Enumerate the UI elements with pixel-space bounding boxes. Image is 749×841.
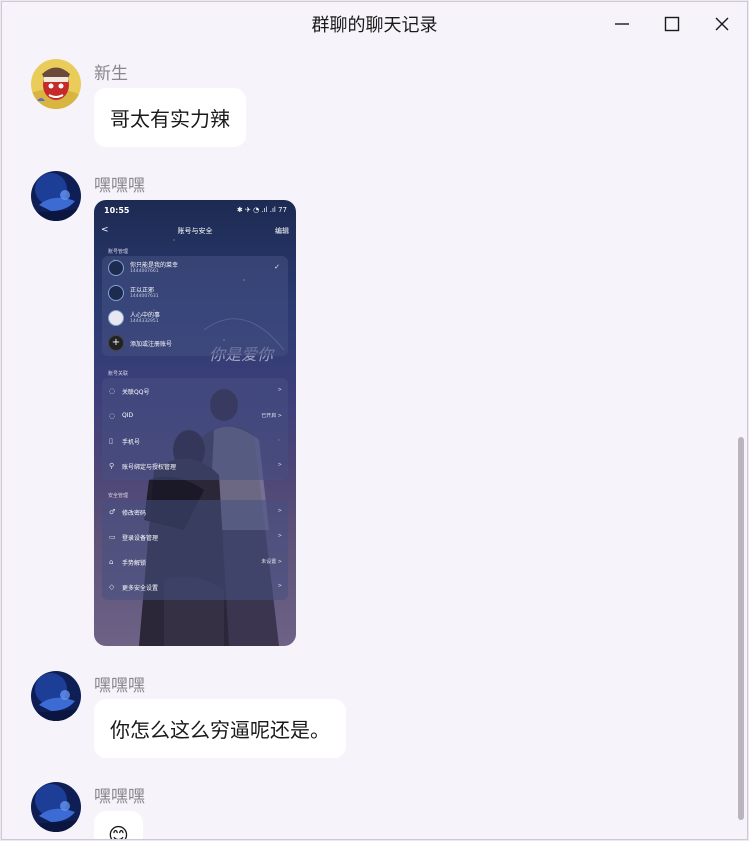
avatar[interactable] bbox=[31, 782, 81, 832]
account-row: 人心中的事 1444332951 bbox=[102, 306, 288, 330]
close-icon bbox=[715, 17, 729, 31]
chat-history-window: 群聊的聊天记录 新生 哥太有实力辣 嘿嘿嘿 10:55 ✱ ✈ ◔ .ıl .ı… bbox=[1, 1, 748, 840]
shield-icon: ◇ bbox=[109, 583, 115, 591]
avatar[interactable] bbox=[31, 171, 81, 221]
avatar-image-icon bbox=[31, 171, 81, 221]
sender-name: 新生 bbox=[94, 64, 128, 84]
security-card: ♂ 修改密码 > ▭ 登录设备管理 > ⌂ 手势解锁 未设置 > ◇ 更多安全设… bbox=[102, 500, 288, 600]
image-message[interactable]: 你是爱你 10:55 ✱ ✈ ◔ .ıl .ıl 77 < 账号与安全 编辑 账… bbox=[94, 200, 296, 646]
sender-name: 嘿嘿嘿 bbox=[94, 787, 145, 807]
message-list[interactable]: 新生 哥太有实力辣 嘿嘿嘿 10:55 ✱ ✈ ◔ .ıl .ıl 77 < 账… bbox=[2, 46, 737, 839]
minimize-icon bbox=[615, 23, 629, 25]
sender-name: 嘿嘿嘿 bbox=[94, 676, 145, 696]
avatar[interactable] bbox=[31, 59, 81, 109]
avatar[interactable] bbox=[31, 671, 81, 721]
title-bar: 群聊的聊天记录 bbox=[2, 2, 747, 46]
account-link-card: ◌ 关联QQ号 > ◌ QID 已开启 > ▯ 手机号 ⚲ 账号绑定与授权管理 bbox=[102, 378, 288, 480]
gesture-icon: ⌂ bbox=[109, 558, 114, 566]
account-avatar-icon bbox=[108, 260, 124, 276]
avatar-image-icon bbox=[31, 782, 81, 832]
maximize-button[interactable] bbox=[647, 2, 697, 46]
scrollbar-thumb[interactable] bbox=[738, 437, 744, 820]
maximize-icon bbox=[664, 16, 680, 32]
close-button[interactable] bbox=[697, 2, 747, 46]
sender-name: 嘿嘿嘿 bbox=[94, 176, 145, 196]
text-message-bubble[interactable]: 你怎么这么穷逼呢还是。 bbox=[94, 699, 346, 758]
account-list-card: 你只能是我的菜幸 1444007661 ✓ 正以正邪 1444007631 人心… bbox=[102, 256, 288, 356]
check-icon: ✓ bbox=[274, 263, 280, 271]
emoji-message-bubble[interactable]: 😊 bbox=[94, 811, 143, 839]
phone-icon: ▯ bbox=[109, 437, 113, 445]
window-title: 群聊的聊天记录 bbox=[311, 15, 438, 36]
device-icon: ▭ bbox=[109, 533, 116, 541]
plus-icon: + bbox=[108, 335, 124, 351]
avatar-image-icon bbox=[31, 59, 81, 109]
window-controls bbox=[597, 2, 747, 46]
qq-icon: ◌ bbox=[109, 387, 116, 395]
account-row: 正以正邪 1444007631 bbox=[102, 281, 288, 305]
text-message-bubble[interactable]: 哥太有实力辣 bbox=[94, 88, 246, 147]
add-account-row: + 添加或注册账号 bbox=[102, 331, 288, 355]
account-avatar-icon bbox=[108, 285, 124, 301]
qid-icon: ◌ bbox=[109, 412, 116, 420]
phone-status-bar: 10:55 ✱ ✈ ◔ .ıl .ıl 77 bbox=[104, 206, 287, 215]
account-avatar-icon bbox=[108, 310, 124, 326]
account-row: 你只能是我的菜幸 1444007661 ✓ bbox=[102, 256, 288, 280]
link-icon: ⚲ bbox=[109, 462, 115, 470]
phone-nav-bar: < 账号与安全 编辑 bbox=[101, 225, 289, 235]
key-icon: ♂ bbox=[109, 508, 116, 516]
minimize-button[interactable] bbox=[597, 2, 647, 46]
avatar-image-icon bbox=[31, 671, 81, 721]
